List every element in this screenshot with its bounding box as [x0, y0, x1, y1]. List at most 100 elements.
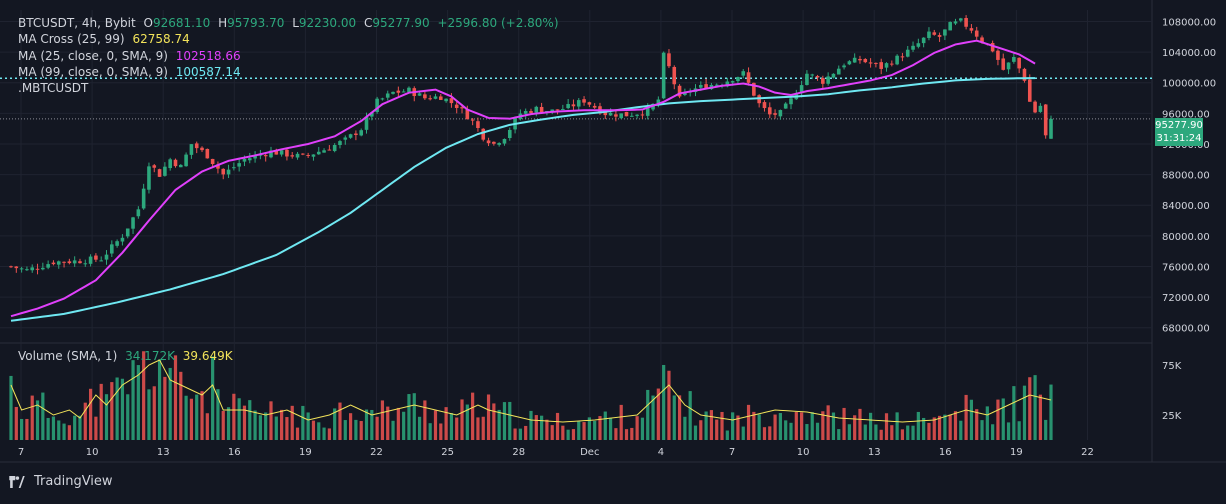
- candle-body: [120, 237, 125, 242]
- volume-bar: [800, 412, 804, 440]
- volume-bar: [184, 395, 188, 440]
- candle-body: [46, 264, 50, 268]
- volume-bar: [359, 421, 363, 440]
- candle-body: [592, 105, 597, 108]
- candle-body: [104, 254, 109, 260]
- volume-bar: [94, 416, 98, 440]
- candle-body: [635, 114, 639, 116]
- volume-bar: [25, 418, 29, 440]
- indicator-row-mark[interactable]: .MBTCUSDT: [18, 80, 563, 96]
- candle-body: [72, 260, 77, 264]
- volume-bar: [943, 414, 947, 440]
- volume-bar: [794, 412, 798, 440]
- candle-body: [110, 244, 114, 254]
- indicator-label: MA Cross (25, 99): [18, 32, 125, 47]
- x-tick-label: 10: [86, 447, 99, 458]
- volume-bar: [1033, 375, 1037, 440]
- candle-body: [62, 261, 66, 263]
- candle-body: [847, 61, 852, 65]
- bar-countdown: 31:31:24: [1156, 133, 1202, 144]
- volume-bar: [481, 416, 485, 440]
- brand[interactable]: TradingView: [8, 474, 113, 489]
- volume-bar: [163, 376, 167, 440]
- indicator-row-ma25[interactable]: MA (25, close, 0, SMA, 9) 102518.66: [18, 48, 563, 64]
- candle-body: [141, 188, 146, 209]
- candle-body: [115, 241, 119, 246]
- volume-bar: [895, 412, 899, 440]
- volume-bar: [991, 424, 995, 440]
- candle-body: [247, 158, 252, 161]
- candle-body: [242, 158, 247, 162]
- volume-bar: [635, 416, 639, 440]
- candle-body: [1038, 105, 1043, 112]
- volume-value-2: 39.649K: [182, 349, 233, 363]
- candle-body: [996, 50, 1000, 60]
- candle-body: [576, 100, 581, 107]
- volume-bar: [948, 414, 952, 440]
- volume-bar: [757, 414, 761, 440]
- volume-bar: [391, 420, 395, 440]
- x-tick-label: 22: [1081, 447, 1094, 458]
- x-tick-label: Dec: [580, 447, 599, 458]
- volume-bar: [269, 401, 273, 440]
- volume-bar: [317, 422, 321, 440]
- volume-legend[interactable]: Volume (SMA, 1) 34.172K 39.649K: [18, 349, 237, 363]
- candle-body: [746, 72, 751, 83]
- indicator-row-ma99[interactable]: MA (99, close, 0, SMA, 9) 100587.14: [18, 64, 563, 80]
- indicator-row-ma-cross[interactable]: MA Cross (25, 99) 62758.74: [18, 31, 563, 47]
- volume-bar: [810, 412, 814, 440]
- candle-body: [571, 104, 576, 107]
- candle-body: [927, 31, 931, 38]
- volume-bar: [555, 412, 560, 440]
- candle-body: [1049, 118, 1053, 139]
- volume-bar: [433, 410, 438, 440]
- candle-body: [619, 113, 624, 119]
- candle-body: [168, 159, 172, 169]
- x-tick-label: 7: [18, 447, 24, 458]
- volume-bar: [699, 420, 703, 440]
- x-tick-label: 22: [370, 447, 383, 458]
- volume-bar: [104, 394, 109, 440]
- candle-body: [359, 130, 364, 136]
- candle-body: [237, 163, 241, 167]
- y-tick-label: 72000.00: [1162, 293, 1210, 304]
- volume-bar: [725, 430, 729, 440]
- volume-bar: [131, 360, 135, 440]
- candle-body: [1033, 101, 1037, 113]
- candle-body: [9, 266, 13, 268]
- volume-bar: [497, 409, 501, 440]
- volume-bar: [953, 411, 958, 440]
- volume-bar: [126, 394, 130, 440]
- candle-body: [56, 261, 61, 265]
- candle-body: [948, 22, 952, 31]
- volume-bar: [815, 422, 820, 440]
- candle-body: [306, 155, 310, 157]
- candle-body: [587, 102, 592, 105]
- volume-bar: [449, 413, 454, 440]
- candle-body: [316, 151, 321, 155]
- candle-body: [226, 169, 231, 175]
- candle-body: [492, 141, 496, 144]
- volume-bar: [890, 425, 894, 440]
- candle-body: [624, 111, 629, 117]
- volume-bar: [221, 410, 225, 440]
- volume-bar: [486, 394, 491, 440]
- volume-bar: [996, 399, 1000, 440]
- candle-body: [428, 98, 432, 100]
- volume-bar: [136, 365, 140, 440]
- candle-body: [173, 159, 178, 167]
- close-value: 95277.90: [372, 16, 430, 30]
- candle-body: [263, 155, 268, 157]
- volume-bar: [577, 420, 581, 440]
- volume-bar: [280, 409, 284, 440]
- candle-body: [19, 268, 24, 270]
- volume-bar: [295, 427, 300, 440]
- volume-bar: [88, 388, 93, 440]
- brand-name: TradingView: [34, 474, 113, 489]
- candle-body: [736, 77, 740, 82]
- volume-bar: [980, 420, 984, 440]
- volume-bar: [672, 395, 676, 440]
- volume-bar: [455, 417, 459, 440]
- candle-body: [730, 81, 735, 83]
- volume-bar: [868, 412, 873, 440]
